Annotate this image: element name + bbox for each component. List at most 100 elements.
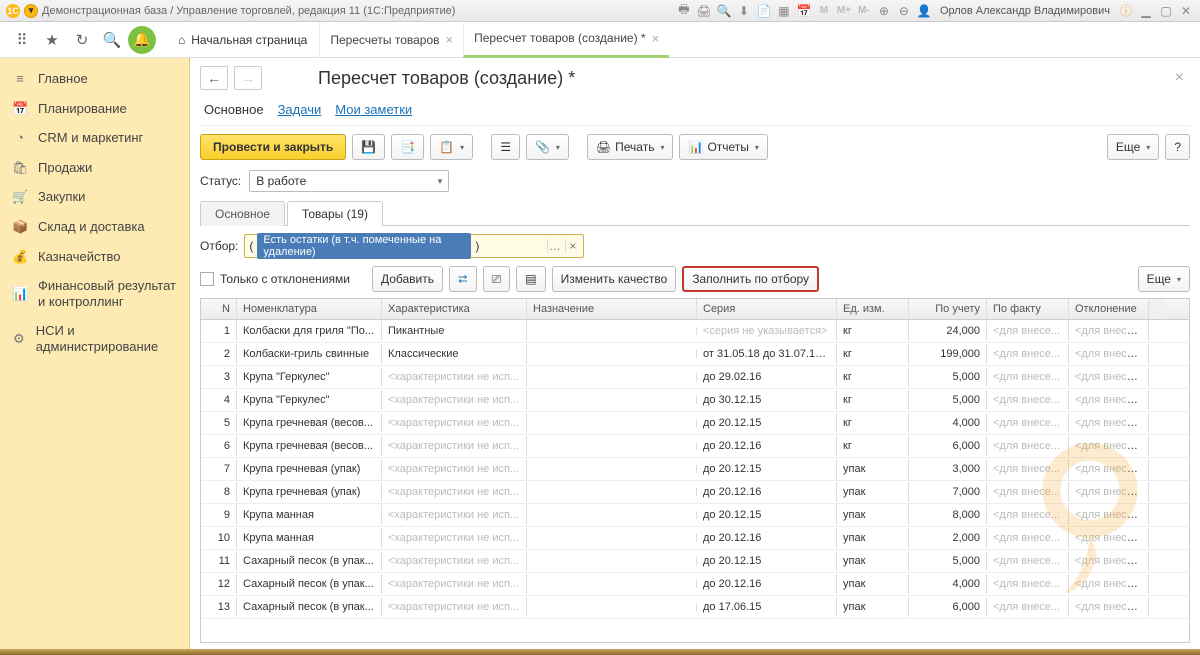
table-row[interactable]: 7Крупа гречневая (упак)<характеристики н… — [201, 458, 1189, 481]
subnav-tasks[interactable]: Задачи — [278, 102, 322, 117]
tab-recalc-create[interactable]: Пересчет товаров (создание) * × — [463, 22, 669, 58]
info-icon[interactable]: ⓘ — [1118, 3, 1134, 19]
status-select[interactable]: В работе ▾ — [249, 170, 449, 192]
close-page-icon[interactable]: × — [1169, 69, 1190, 87]
sidebar-item[interactable]: ◔CRM и маркетинг — [0, 123, 189, 153]
filter-clear-icon[interactable]: × — [565, 239, 579, 253]
table-row[interactable]: 10Крупа манная<характеристики не исп...д… — [201, 527, 1189, 550]
filter-text-input[interactable] — [483, 239, 543, 254]
m-minus-indicator[interactable]: M- — [856, 3, 872, 19]
home-tab[interactable]: ⌂ Начальная страница — [166, 22, 319, 58]
share-button[interactable]: ⮂ — [449, 266, 477, 292]
table-body: 1Колбаски для гриля "По...Пикантные<сери… — [201, 320, 1189, 642]
attach-button[interactable]: 📎▾ — [526, 134, 569, 160]
post-and-close-button[interactable]: Провести и закрыть — [200, 134, 346, 160]
barcode-button[interactable]: ⎚ — [483, 266, 511, 292]
tab-goods[interactable]: Товары (19) — [287, 201, 383, 226]
tool-button[interactable]: ▤ — [516, 266, 545, 292]
sidebar-icon: ⚙ — [12, 331, 26, 347]
sidebar-icon: 🛍 — [12, 160, 28, 176]
search-icon[interactable]: 🔍 — [98, 26, 126, 54]
status-value: В работе — [256, 174, 306, 188]
filter-label: Отбор: — [200, 239, 238, 253]
save-button[interactable]: 💾 — [352, 134, 385, 160]
add-button[interactable]: Добавить — [372, 266, 443, 292]
sidebar-item[interactable]: 🛍Продажи — [0, 153, 189, 183]
table-row[interactable]: 4Крупа "Геркулес"<характеристики не исп.… — [201, 389, 1189, 412]
table-row[interactable]: 9Крупа манная<характеристики не исп...до… — [201, 504, 1189, 527]
apps-icon[interactable]: ⠿ — [8, 26, 36, 54]
app-dropdown-icon[interactable]: ▾ — [24, 4, 38, 18]
table-row[interactable]: 3Крупа "Геркулес"<характеристики не исп.… — [201, 366, 1189, 389]
th-purpose[interactable]: Назначение — [527, 299, 697, 319]
more-button[interactable]: Еще▾ — [1107, 134, 1159, 160]
history-icon[interactable]: ↻ — [68, 26, 96, 54]
table-more-button[interactable]: Еще▾ — [1138, 266, 1190, 292]
minimize-icon[interactable]: ▁ — [1138, 3, 1154, 19]
sidebar-item[interactable]: 🛒Закупки — [0, 182, 189, 212]
table-row[interactable]: 13Сахарный песок (в упак...<характеристи… — [201, 596, 1189, 619]
titlebar-icon[interactable]: ⬇ — [736, 3, 752, 19]
help-button[interactable]: ? — [1165, 134, 1190, 160]
table-header: N Номенклатура Характеристика Назначение… — [201, 299, 1189, 320]
table-row[interactable]: 1Колбаски для гриля "По...Пикантные<сери… — [201, 320, 1189, 343]
sidebar-item[interactable]: 📊Финансовый результат и контроллинг — [0, 271, 189, 316]
th-series[interactable]: Серия — [697, 299, 837, 319]
table-row[interactable]: 11Сахарный песок (в упак...<характеристи… — [201, 550, 1189, 573]
titlebar-icon[interactable]: ⊖ — [896, 3, 912, 19]
titlebar-icon[interactable]: 🖨 — [696, 3, 712, 19]
th-account[interactable]: По учету — [909, 299, 987, 319]
chevron-down-icon: ▾ — [438, 176, 443, 187]
tab-recalc-list[interactable]: Пересчеты товаров × — [319, 22, 463, 58]
notifications-icon[interactable]: 🔔 — [128, 26, 156, 54]
table-row[interactable]: 2Колбаски-гриль свинныеКлассическиеот 31… — [201, 343, 1189, 366]
subnav-main[interactable]: Основное — [204, 102, 264, 117]
nav-back-button[interactable]: ← — [200, 66, 228, 90]
sidebar-icon: 🛒 — [12, 189, 28, 205]
titlebar-icon[interactable]: ▦ — [776, 3, 792, 19]
print-button[interactable]: 🖨 Печать▾ — [587, 134, 674, 160]
close-window-icon[interactable]: ✕ — [1178, 3, 1194, 19]
close-tab-icon[interactable]: × — [652, 31, 660, 46]
th-characteristic[interactable]: Характеристика — [382, 299, 527, 319]
change-quality-button[interactable]: Изменить качество — [552, 266, 677, 292]
nav-forward-button[interactable]: → — [234, 66, 262, 90]
favorite-icon[interactable]: ★ — [38, 26, 66, 54]
list-button[interactable]: ☰ — [491, 134, 520, 160]
sidebar-item[interactable]: 📅Планирование — [0, 94, 189, 124]
subnav-notes[interactable]: Мои заметки — [335, 102, 412, 117]
titlebar-icon[interactable]: 📅 — [796, 3, 812, 19]
titlebar-icon[interactable]: 📄 — [756, 3, 772, 19]
table-row[interactable]: 6Крупа гречневая (весов...<характеристик… — [201, 435, 1189, 458]
sidebar-item[interactable]: 💰Казначейство — [0, 242, 189, 272]
copy-button[interactable]: 📋▾ — [430, 134, 473, 160]
filter-more-icon[interactable]: … — [547, 239, 561, 253]
user-icon: 👤 — [916, 3, 932, 19]
th-fact[interactable]: По факту — [987, 299, 1069, 319]
post-button[interactable]: 📑 — [391, 134, 424, 160]
sidebar-item[interactable]: ≡Главное — [0, 64, 189, 94]
th-deviation[interactable]: Отклонение — [1069, 299, 1149, 319]
th-unit[interactable]: Ед. изм. — [837, 299, 909, 319]
table-row[interactable]: 8Крупа гречневая (упак)<характеристики н… — [201, 481, 1189, 504]
sidebar-icon: 📦 — [12, 219, 28, 235]
m-plus-indicator[interactable]: M+ — [836, 3, 852, 19]
titlebar-icon[interactable]: 🔍 — [716, 3, 732, 19]
table-row[interactable]: 5Крупа гречневая (весов...<характеристик… — [201, 412, 1189, 435]
sidebar-label: Склад и доставка — [38, 219, 145, 235]
reports-button[interactable]: 📊 Отчеты▾ — [679, 134, 767, 160]
th-nomenclature[interactable]: Номенклатура — [237, 299, 382, 319]
filter-input[interactable]: ( Есть остатки (в т.ч. помеченные на уда… — [244, 234, 584, 258]
close-tab-icon[interactable]: × — [446, 32, 454, 47]
fill-by-filter-button[interactable]: Заполнить по отбору — [682, 266, 819, 292]
only-deviations-checkbox[interactable] — [200, 272, 214, 286]
th-n[interactable]: N — [201, 299, 237, 319]
maximize-icon[interactable]: ▢ — [1158, 3, 1174, 19]
table-row[interactable]: 12Сахарный песок (в упак...<характеристи… — [201, 573, 1189, 596]
tab-main[interactable]: Основное — [200, 201, 285, 226]
sidebar-item[interactable]: ⚙НСИ и администрирование — [0, 316, 189, 361]
titlebar-icon[interactable]: 🖶 — [676, 3, 692, 19]
titlebar-icon[interactable]: ⊕ — [876, 3, 892, 19]
sidebar-item[interactable]: 📦 Склад и доставка — [0, 212, 189, 242]
m-indicator[interactable]: M — [816, 3, 832, 19]
